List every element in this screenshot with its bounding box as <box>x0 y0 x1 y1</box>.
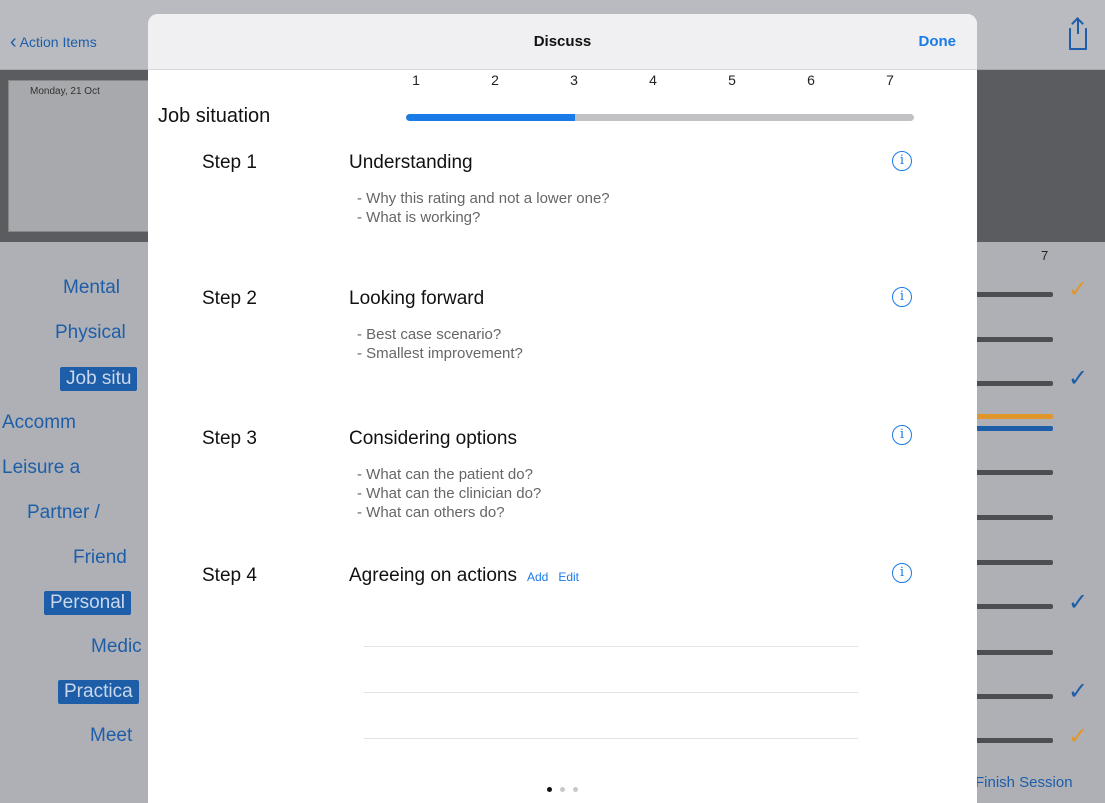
step-label: Step 4 <box>202 565 257 586</box>
info-icon[interactable]: i <box>892 287 912 307</box>
back-label: Action Items <box>19 34 97 50</box>
share-icon[interactable] <box>1069 20 1087 50</box>
step-question: - Why this rating and not a lower one? <box>357 190 610 207</box>
rating-bar <box>975 337 1053 342</box>
edit-actions-button[interactable]: Edit <box>558 570 579 584</box>
category-leisure[interactable]: Leisure a <box>2 457 80 479</box>
step-title-row: Agreeing on actions Add Edit <box>349 565 579 587</box>
step-question: - What is working? <box>357 209 481 226</box>
page-dot <box>573 787 578 792</box>
chevron-left-icon: ‹ <box>10 31 17 53</box>
rating-bar <box>975 292 1053 297</box>
step-title: Considering options <box>349 428 517 449</box>
scale-tick-label: 5 <box>728 72 736 88</box>
modal-title: Discuss <box>533 33 592 50</box>
scale-tick-label: 2 <box>491 72 499 88</box>
info-icon[interactable]: i <box>892 563 912 583</box>
rating-bar <box>975 694 1053 699</box>
scale-max-label: 7 <box>1041 248 1049 263</box>
scale-tick-label: 3 <box>570 72 578 88</box>
step-title: Looking forward <box>349 288 485 309</box>
item-label: Job situation <box>158 105 271 127</box>
page-dot <box>547 787 552 792</box>
category-accommodation[interactable]: Accomm <box>2 412 76 434</box>
rating-bar <box>975 381 1053 386</box>
category-mental[interactable]: Mental <box>63 277 120 299</box>
action-item-line[interactable] <box>364 646 858 647</box>
rating-bar <box>975 470 1053 475</box>
step-question: - Best case scenario? <box>357 326 502 343</box>
category-job-situation[interactable]: Job situ <box>60 367 138 391</box>
done-button[interactable]: Done <box>919 33 957 50</box>
step-label: Step 3 <box>202 428 257 449</box>
rating-bar <box>975 560 1053 565</box>
scale-tick-label: 6 <box>807 72 815 88</box>
scale-tick-label: 7 <box>886 72 894 88</box>
finish-session-button[interactable]: Finish Session <box>975 774 1073 791</box>
rating-slider[interactable] <box>406 114 914 121</box>
scale-tick-label: 4 <box>649 72 657 88</box>
step-question: - What can the clinician do? <box>357 485 542 502</box>
checkmark-icon: ✓ <box>1068 365 1089 392</box>
step-label: Step 1 <box>202 152 257 173</box>
rating-bar <box>975 650 1053 655</box>
rating-bar <box>975 515 1053 520</box>
checkmark-icon: ✓ <box>1068 723 1089 750</box>
rating-bar <box>975 738 1053 743</box>
step-title: Understanding <box>349 152 473 173</box>
checkmark-icon: ✓ <box>1068 678 1089 705</box>
rating-slider-fill <box>406 114 576 121</box>
checkmark-icon: ✓ <box>1068 276 1089 303</box>
category-practical[interactable]: Practica <box>58 680 139 704</box>
add-action-button[interactable]: Add <box>527 570 548 584</box>
modal-header: Discuss Done <box>148 14 977 70</box>
rating-scale: 1 2 3 4 5 6 7 <box>148 72 977 92</box>
info-icon[interactable]: i <box>892 151 912 171</box>
scale-tick-label: 1 <box>412 72 420 88</box>
action-item-line[interactable] <box>364 738 858 739</box>
rating-bar-current <box>975 426 1053 431</box>
step-label: Step 2 <box>202 288 257 309</box>
discuss-modal: Discuss Done 1 2 3 4 5 6 7 Job situation… <box>148 14 977 803</box>
step-question: - What can others do? <box>357 504 505 521</box>
action-item-line[interactable] <box>364 692 858 693</box>
checkmark-icon: ✓ <box>1068 589 1089 616</box>
back-button[interactable]: ‹ Action Items <box>10 31 97 53</box>
step-title: Agreeing on actions <box>349 565 517 586</box>
category-friends[interactable]: Friend <box>73 547 127 569</box>
category-meetings[interactable]: Meet <box>90 725 132 747</box>
rating-bar <box>975 604 1053 609</box>
info-icon[interactable]: i <box>892 425 912 445</box>
category-medication[interactable]: Medic <box>91 636 142 658</box>
category-personal[interactable]: Personal <box>44 591 131 615</box>
date-label: Monday, 21 Oct <box>30 86 100 97</box>
rating-bar-previous <box>975 414 1053 419</box>
category-physical[interactable]: Physical <box>55 322 126 344</box>
step-question: - What can the patient do? <box>357 466 533 483</box>
category-partner[interactable]: Partner / <box>27 502 100 524</box>
step-question: - Smallest improvement? <box>357 345 523 362</box>
page-dot <box>560 787 565 792</box>
page-indicator[interactable] <box>148 787 977 792</box>
